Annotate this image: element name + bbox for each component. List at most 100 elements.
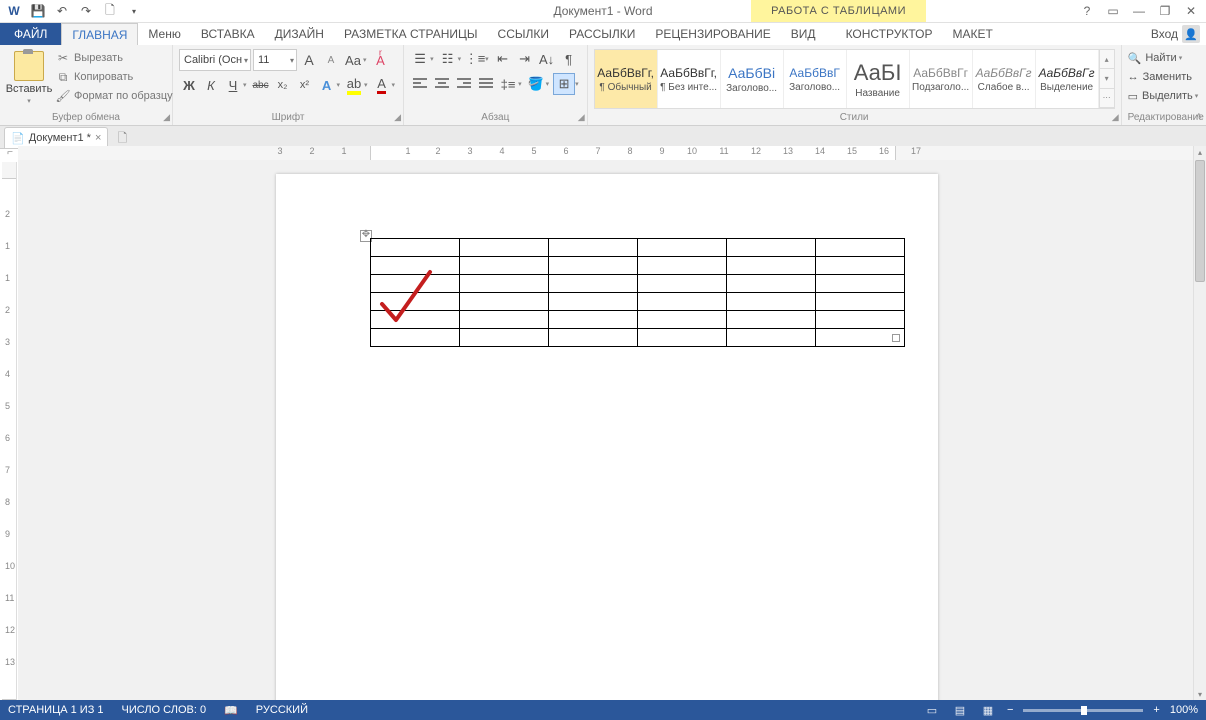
sort-icon[interactable]: A↓ [537,49,557,69]
document-table[interactable] [370,238,905,347]
status-proofing-icon[interactable]: 📖 [224,704,238,717]
signin-label[interactable]: Вход [1151,27,1178,41]
close-tab-icon[interactable]: × [95,132,101,144]
decrease-indent-icon[interactable]: ⇤ [493,49,513,69]
highlight-color-icon[interactable]: ab [344,75,364,95]
table-row[interactable] [371,311,905,329]
tab-home[interactable]: ГЛАВНАЯ [61,23,138,45]
show-marks-icon[interactable]: ¶ [559,49,579,69]
status-word-count[interactable]: ЧИСЛО СЛОВ: 0 [122,704,207,716]
style-title[interactable]: АаБІ Название [847,50,910,108]
tab-references[interactable]: ССЫЛКИ [488,23,559,45]
help-icon[interactable]: ? [1076,2,1098,20]
strikethrough-button[interactable]: abc [251,75,271,95]
style-normal[interactable]: АаБбВвГг, ¶ Обычный [595,50,658,108]
align-left-icon[interactable] [410,74,430,94]
clipboard-launcher-icon[interactable]: ◢ [163,112,170,123]
borders-icon[interactable]: ⊞ [553,73,575,95]
shrink-font-icon[interactable]: A [321,50,341,70]
clear-formatting-icon[interactable]: Aͬ [371,50,391,70]
paragraph-launcher-icon[interactable]: ◢ [578,112,585,123]
replace-button[interactable]: ↔Заменить [1128,68,1204,86]
style-subtle-emphasis[interactable]: АаБбВвГг Слабое в... [973,50,1036,108]
table-resize-handle-icon[interactable] [892,334,900,342]
paste-button[interactable]: Вставить ▾ [6,49,52,105]
text-effects-icon[interactable]: A [317,75,337,95]
scroll-up-icon[interactable]: ▴ [1194,146,1206,158]
table-row[interactable] [371,293,905,311]
tab-insert[interactable]: ВСТАВКА [191,23,265,45]
styles-row-down-icon[interactable]: ▾ [1100,69,1114,88]
italic-button[interactable]: К [201,75,221,95]
tab-page-layout[interactable]: РАЗМЕТКА СТРАНИЦЫ [334,23,488,45]
style-no-spacing[interactable]: АаБбВвГг, ¶ Без инте... [658,50,721,108]
tab-table-layout[interactable]: МАКЕТ [943,23,1003,45]
document-tab-1[interactable]: 📄 Документ1 * × [4,127,108,148]
status-page[interactable]: СТРАНИЦА 1 ИЗ 1 [8,704,104,716]
table-row[interactable] [371,257,905,275]
multilevel-list-icon[interactable]: ⋮≡ [465,49,485,69]
user-avatar-icon[interactable]: 👤 [1182,25,1200,43]
align-center-icon[interactable] [432,74,452,94]
font-launcher-icon[interactable]: ◢ [394,112,401,123]
web-layout-icon[interactable]: ▦ [979,703,997,717]
vertical-ruler[interactable]: 2112345678910111213 [2,162,17,700]
superscript-button[interactable]: x² [295,75,315,95]
justify-icon[interactable] [476,74,496,94]
restore-icon[interactable]: ❐ [1154,2,1176,20]
change-case-icon[interactable]: Aa [343,50,363,70]
collapse-ribbon-icon[interactable]: ˄ [1196,111,1202,123]
style-heading2[interactable]: АаБбВвГ Заголово... [784,50,847,108]
styles-gallery[interactable]: АаБбВвГг, ¶ Обычный АаБбВвГг, ¶ Без инте… [594,49,1115,109]
tab-mailings[interactable]: РАССЫЛКИ [559,23,645,45]
increase-indent-icon[interactable]: ⇥ [515,49,535,69]
zoom-out-icon[interactable]: − [1007,704,1013,716]
styles-row-up-icon[interactable]: ▴ [1100,50,1114,69]
zoom-level[interactable]: 100% [1170,704,1198,716]
tab-table-design[interactable]: КОНСТРУКТОР [836,23,943,45]
status-language[interactable]: РУССКИЙ [256,704,308,716]
styles-launcher-icon[interactable]: ◢ [1112,112,1119,123]
styles-more-icon[interactable]: ⋯ [1100,89,1114,108]
read-mode-icon[interactable]: ▭ [923,703,941,717]
page[interactable]: ✥ [276,174,938,700]
tab-design[interactable]: ДИЗАЙН [265,23,334,45]
redo-icon[interactable]: ↷ [76,1,96,21]
word-app-icon[interactable]: W [4,1,24,21]
table-row[interactable] [371,329,905,347]
qat-dropdown-icon[interactable]: ▾ [124,1,144,21]
minimize-icon[interactable]: — [1128,2,1150,20]
styles-expand[interactable]: ▴ ▾ ⋯ [1099,50,1114,108]
scroll-down-icon[interactable]: ▾ [1194,688,1206,700]
font-color-icon[interactable]: A [372,75,392,95]
ribbon-display-options-icon[interactable]: ▭ [1102,2,1124,20]
bullets-icon[interactable]: ☰ [410,49,430,69]
grow-font-icon[interactable]: A [299,50,319,70]
zoom-in-icon[interactable]: + [1153,704,1159,716]
line-spacing-icon[interactable]: ‡≡ [498,74,518,94]
style-emphasis[interactable]: АаБбВвГг Выделение [1036,50,1099,108]
vertical-scrollbar[interactable]: ▴ ▾ [1193,146,1206,700]
underline-button[interactable]: Ч [223,75,243,95]
bold-button[interactable]: Ж [179,75,199,95]
style-heading1[interactable]: АаБбВі Заголово... [721,50,784,108]
scroll-thumb[interactable] [1195,160,1205,282]
font-size-combo[interactable]: 11▾ [253,49,297,71]
table-row[interactable] [371,275,905,293]
print-layout-icon[interactable]: ▤ [951,703,969,717]
font-name-combo[interactable]: Calibri (Осн▾ [179,49,251,71]
subscript-button[interactable]: x₂ [273,75,293,95]
close-icon[interactable]: ✕ [1180,2,1202,20]
new-doc-icon[interactable]: 🗋 [100,1,120,21]
tab-view[interactable]: ВИД [781,23,826,45]
table-row[interactable] [371,239,905,257]
tab-selector-icon[interactable]: ⌐ [4,146,16,158]
select-button[interactable]: ▭Выделить ▾ [1128,87,1204,105]
shading-icon[interactable]: 🪣 [526,74,546,94]
find-button[interactable]: 🔍Найти ▾ [1128,49,1204,67]
tab-menu[interactable]: Меню [138,23,190,45]
format-painter-button[interactable]: 🖌Формат по образцу [56,87,173,105]
undo-icon[interactable]: ↶ [52,1,72,21]
cut-button[interactable]: ✂Вырезать [56,49,173,67]
horizontal-ruler[interactable]: 3211234567891011121314151617 [18,146,1194,161]
